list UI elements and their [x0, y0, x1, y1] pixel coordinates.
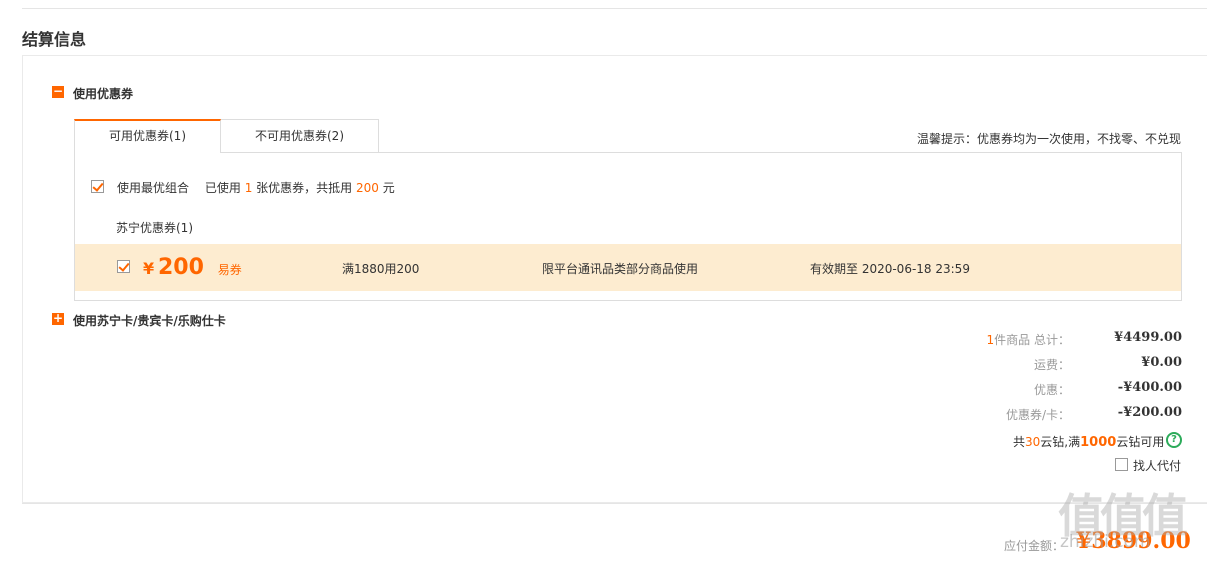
used-mid: 张优惠券，共抵用 — [256, 181, 353, 195]
coupon-checkbox[interactable] — [117, 260, 130, 273]
discount-value: -¥400.00 — [1117, 380, 1182, 395]
items-total-value: ¥4499.00 — [1114, 330, 1182, 345]
best-combo-label: 使用最优组合 — [117, 181, 190, 195]
help-icon[interactable]: ? — [1166, 432, 1182, 448]
bottom-divider — [22, 503, 1207, 504]
yunzuan-count: 30 — [1025, 435, 1041, 449]
proxy-pay-checkbox[interactable] — [1115, 458, 1128, 471]
coupon-value: 200 — [157, 255, 204, 280]
section-title: 结算信息 — [22, 30, 87, 49]
card-section-label[interactable]: 使用苏宁卡/贵宾卡/乐购仕卡 — [73, 312, 226, 329]
tab-unavailable-coupons[interactable]: 不可用优惠券(2) — [220, 119, 379, 153]
yunzuan-mid: 云钻,满 — [1040, 435, 1081, 449]
best-combo-row: 使用最优组合 已使用 1 张优惠券，共抵用 200 元 — [117, 179, 395, 196]
coupon-card-value: -¥200.00 — [1117, 405, 1182, 420]
coupon-condition: 满1880用200 — [342, 262, 420, 276]
coupon-section-label[interactable]: 使用优惠券 — [73, 85, 133, 102]
used-prefix: 已使用 — [204, 181, 241, 195]
discount-label: 优惠： — [1033, 383, 1070, 397]
coupon-hint: 温馨提示：优惠券均为一次使用，不找零、不兑现 — [916, 132, 1181, 146]
coupon-scope: 限平台通讯品类部分商品使用 — [542, 262, 699, 276]
shipping-label: 运费： — [1033, 358, 1070, 372]
coupon-validity: 有效期至 2020-06-18 23:59 — [810, 262, 970, 276]
tab-available-coupons[interactable]: 可用优惠券(1) — [74, 119, 221, 153]
best-combo-checkbox[interactable] — [91, 180, 104, 193]
used-count: 1 — [244, 181, 253, 195]
collapse-icon[interactable]: − — [52, 85, 64, 98]
coupon-amount: ¥ 200 易券 — [143, 255, 242, 280]
coupon-yen: ¥ — [143, 259, 155, 278]
yunzuan-info: 共30云钻,满1000云钻可用 — [1013, 433, 1164, 450]
items-label: 件商品 总计： — [994, 333, 1070, 347]
coupon-card-label: 优惠券/卡： — [1005, 408, 1070, 422]
shipping-value: ¥0.00 — [1141, 355, 1182, 370]
proxy-pay-label[interactable]: 找人代付 — [1133, 457, 1181, 474]
yunzuan-prefix: 共 — [1013, 435, 1026, 449]
items-total-label: 1件商品 总计： — [870, 331, 1070, 348]
coupon-tag: 易券 — [217, 263, 242, 277]
expand-icon[interactable]: + — [52, 312, 64, 325]
watermark-site: zhizhi.com — [1060, 532, 1151, 552]
coupon-group-title: 苏宁优惠券(1) — [116, 221, 193, 235]
used-amount: 200 — [356, 181, 379, 195]
yunzuan-threshold: 1000 — [1080, 435, 1117, 450]
used-suffix: 元 — [382, 181, 395, 195]
top-divider — [22, 8, 1207, 9]
payment-label: 应付金额： — [1004, 539, 1065, 553]
yunzuan-suffix: 云钻可用 — [1116, 435, 1165, 449]
